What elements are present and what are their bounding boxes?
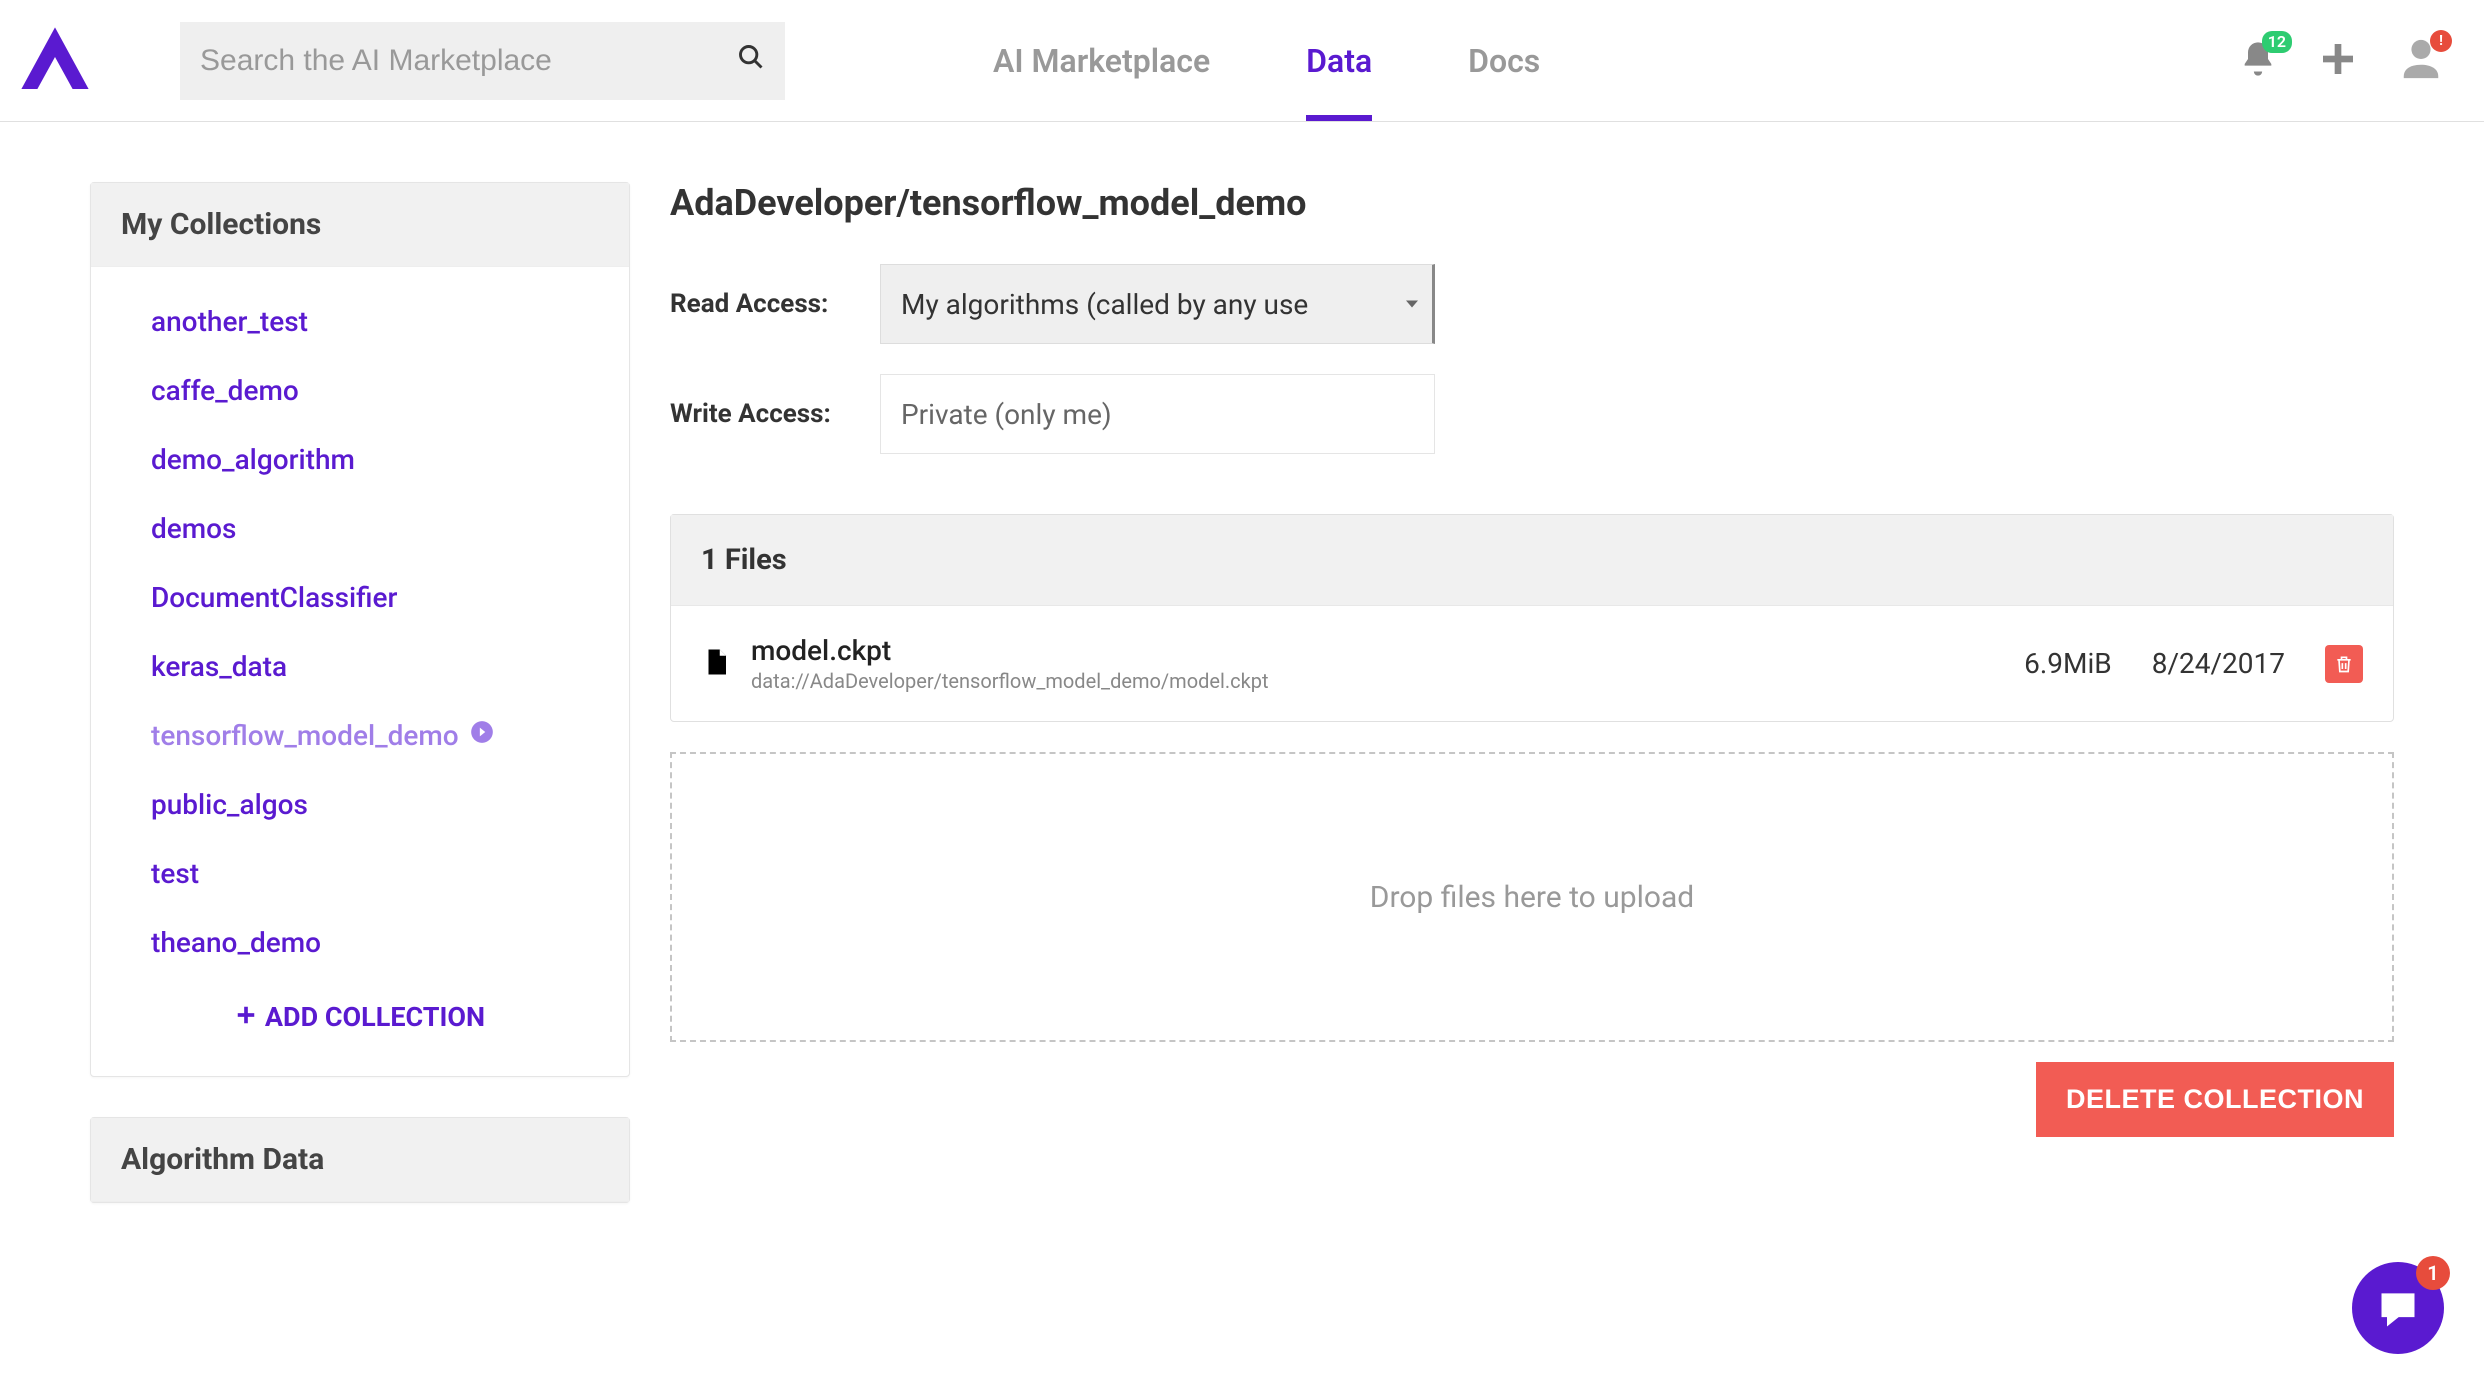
nav-ai-marketplace[interactable]: AI Marketplace xyxy=(945,0,1258,121)
notifications-button[interactable]: 12 xyxy=(2238,39,2278,83)
collection-item[interactable]: keras_data xyxy=(91,632,629,701)
notification-count-badge: 12 xyxy=(2262,31,2292,53)
collection-item[interactable]: demo_algorithm xyxy=(91,425,629,494)
search-wrap xyxy=(180,22,785,100)
file-name[interactable]: model.ckpt xyxy=(751,634,2004,667)
collection-link[interactable]: DocumentClassifier xyxy=(151,581,397,614)
algorithm-data-header: Algorithm Data xyxy=(91,1118,629,1202)
read-access-value: My algorithms (called by any use xyxy=(901,288,1308,321)
write-access-row: Write Access: Private (only me) xyxy=(670,374,2394,454)
read-access-row: Read Access: My algorithms (called by an… xyxy=(670,264,2394,344)
collection-item[interactable]: theano_demo xyxy=(91,908,629,977)
files-header: 1 Files xyxy=(671,515,2393,606)
nav-data[interactable]: Data xyxy=(1258,0,1420,121)
header: AI Marketplace Data Docs 12 ! xyxy=(0,0,2484,122)
bell-icon xyxy=(2238,64,2278,83)
collection-link[interactable]: keras_data xyxy=(151,650,287,683)
file-icon xyxy=(701,644,731,684)
write-access-label: Write Access: xyxy=(670,399,880,429)
collection-item[interactable]: another_test xyxy=(91,287,629,356)
collection-link[interactable]: theano_demo xyxy=(151,926,321,959)
my-collections-body: another_test caffe_demo demo_algorithmdemo… xyxy=(91,267,629,1076)
page-title: AdaDeveloper/tensorflow_model_demo xyxy=(670,182,2394,224)
collection-link[interactable]: demo_algorithm xyxy=(151,443,355,476)
actions-row: DELETE COLLECTION xyxy=(670,1062,2394,1137)
collection-item[interactable]: public_algos xyxy=(91,770,629,839)
collection-link[interactable]: another_test xyxy=(151,305,308,338)
page: My Collections another_test caffe_demodem… xyxy=(0,122,2484,1283)
dropzone-text: Drop files here to upload xyxy=(1370,880,1694,915)
sidebar: My Collections another_test caffe_demodem… xyxy=(90,182,630,1243)
collection-list: another_test caffe_demo demo_algorithmdemo… xyxy=(91,287,629,977)
main-content: AdaDeveloper/tensorflow_model_demo Read … xyxy=(670,182,2394,1243)
avatar-alert-badge: ! xyxy=(2430,30,2452,52)
write-access-value: Private (only me) xyxy=(880,374,1435,454)
files-panel: 1 Files model.ckptdata://AdaDeveloper/te… xyxy=(670,514,2394,722)
my-collections-header: My Collections xyxy=(91,183,629,267)
collection-item[interactable]: caffe_demo xyxy=(91,356,629,425)
delete-collection-button[interactable]: DELETE COLLECTION xyxy=(2036,1062,2394,1137)
plus-icon xyxy=(235,999,257,1034)
add-collection-label: ADD COLLECTION xyxy=(265,1001,485,1033)
my-collections-panel: My Collections another_test caffe_demodem… xyxy=(90,182,630,1077)
arrow-right-circle-icon xyxy=(469,719,495,752)
file-info: model.ckptdata://AdaDeveloper/tensorflow… xyxy=(751,634,2004,693)
collection-link[interactable]: caffe_demo xyxy=(151,374,299,407)
search-icon[interactable] xyxy=(737,43,765,78)
add-collection-button[interactable]: ADD COLLECTION xyxy=(91,977,629,1056)
add-button[interactable] xyxy=(2318,39,2358,83)
nav-docs[interactable]: Docs xyxy=(1420,0,1588,121)
file-path: data://AdaDeveloper/tensorflow_model_dem… xyxy=(751,669,2004,693)
collection-item[interactable]: demos xyxy=(91,494,629,563)
collection-item[interactable]: tensorflow_model_demo xyxy=(91,701,629,770)
header-right: 12 ! xyxy=(2238,36,2474,86)
collection-link[interactable]: test xyxy=(151,857,199,890)
chat-badge: 1 xyxy=(2416,1256,2450,1290)
collection-item[interactable]: DocumentClassifier xyxy=(91,563,629,632)
collection-item[interactable]: test xyxy=(91,839,629,908)
collection-link[interactable]: tensorflow_model_demo xyxy=(151,719,459,752)
logo[interactable] xyxy=(10,16,100,106)
search-input[interactable] xyxy=(200,44,737,78)
algorithm-data-panel: Algorithm Data xyxy=(90,1117,630,1203)
chat-widget[interactable]: 1 xyxy=(2352,1262,2444,1354)
file-delete-button[interactable] xyxy=(2325,645,2363,683)
collection-link[interactable]: demos xyxy=(151,512,236,545)
upload-dropzone[interactable]: Drop files here to upload xyxy=(670,752,2394,1042)
read-access-label: Read Access: xyxy=(670,289,880,319)
user-menu[interactable]: ! xyxy=(2398,36,2444,86)
read-access-select[interactable]: My algorithms (called by any use xyxy=(880,264,1435,344)
file-row: model.ckptdata://AdaDeveloper/tensorflow… xyxy=(671,606,2393,721)
avatar-icon xyxy=(2398,67,2444,86)
main-nav: AI Marketplace Data Docs xyxy=(945,0,1588,121)
collection-link[interactable]: public_algos xyxy=(151,788,308,821)
file-date: 8/24/2017 xyxy=(2152,647,2285,680)
file-rows: model.ckptdata://AdaDeveloper/tensorflow… xyxy=(671,606,2393,721)
file-size: 6.9MiB xyxy=(2024,647,2112,680)
